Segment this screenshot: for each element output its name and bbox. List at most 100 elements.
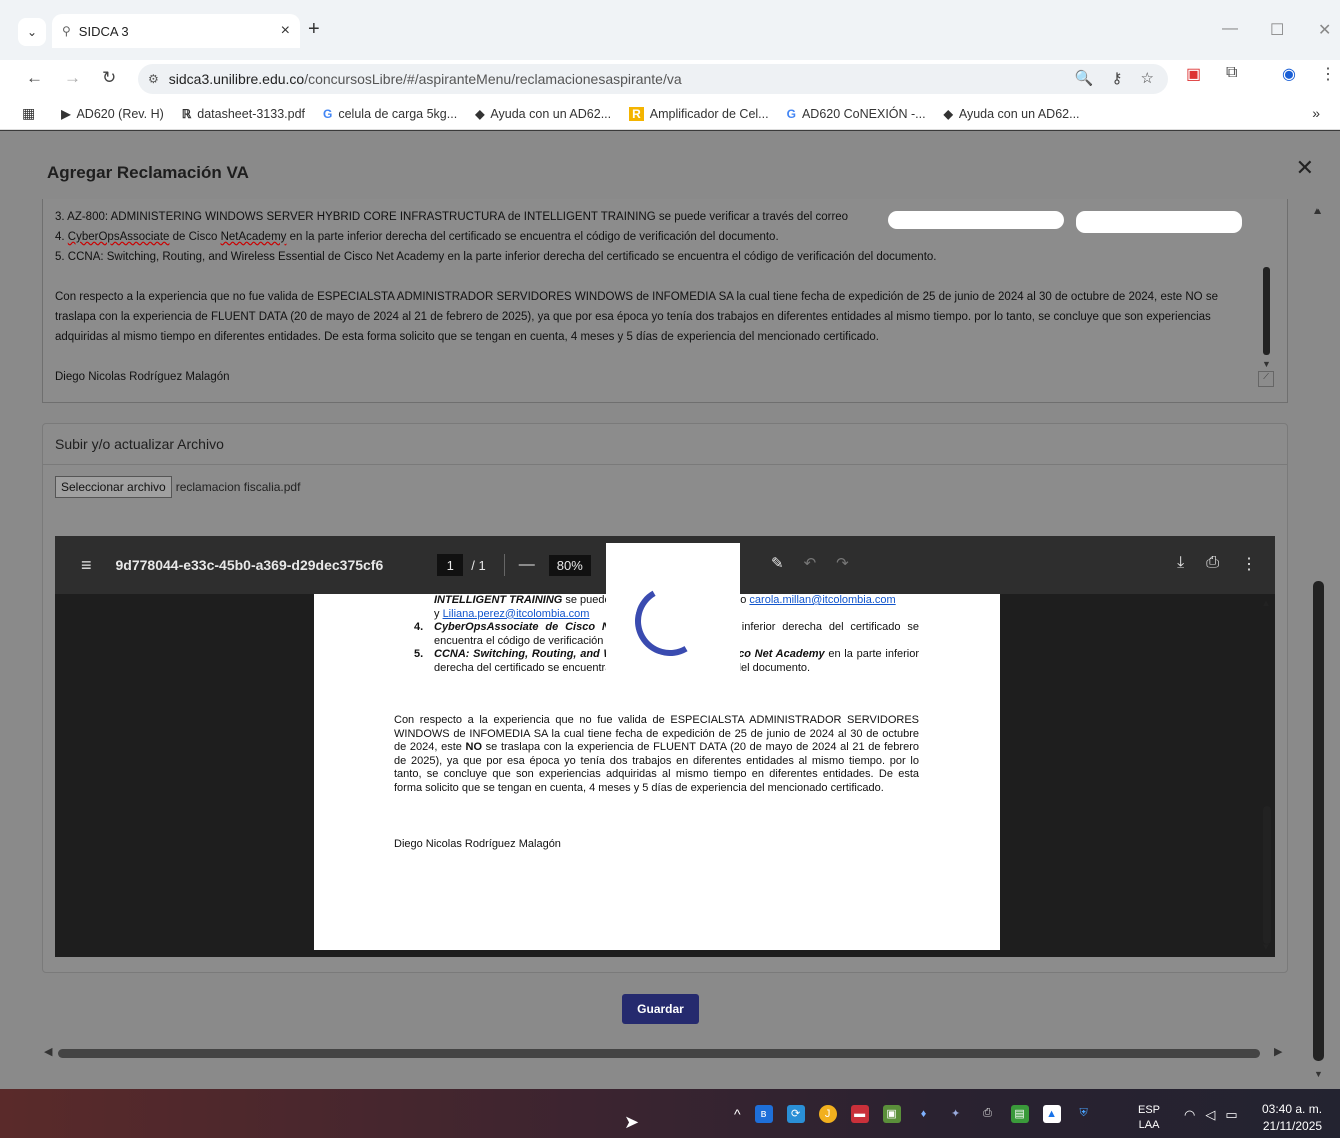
r-site-icon: R [629,106,644,121]
pdf-more-icon[interactable]: ⋮ [1241,554,1257,574]
scroll-left-icon[interactable]: ◀ [44,1045,52,1058]
bookmark-item[interactable]: ◆ Ayuda con un AD62... [475,107,611,121]
clock[interactable]: 03:40 a. m. 21/11/2025 [1262,1101,1322,1135]
bookmarks-bar: ▦ ▶ AD620 (Rev. H) ℝdatasheet-3133.pdf Gc… [0,98,1340,130]
toolbar-separator [503,554,505,576]
page-scroll-down-icon[interactable]: ▼ [1314,1069,1323,1079]
url-host: sidca3.unilibre.edu.co [168,71,305,87]
pdf-zoom-input[interactable]: 80% [548,554,591,576]
reload-icon[interactable]: ↻ [102,68,116,88]
selected-filename: reclamacion fiscalia.pdf [175,480,301,494]
bookmark-item[interactable]: ◆ Ayuda con un AD62... [944,107,1080,121]
app-tray-icon[interactable]: ▣ [882,1104,901,1123]
page-scrollbar-thumb[interactable] [1313,581,1324,1061]
google-icon: G [323,106,333,121]
app-tray-icon[interactable]: ▬ [850,1104,869,1123]
input-language[interactable]: ESP LAA [1138,1103,1160,1133]
email-link[interactable]: carola.millan@itcolombia.com [749,594,895,606]
url-field[interactable]: ⚙ sidca3.unilibre.edu.co/concursosLibre/… [138,64,1168,94]
maximize-icon[interactable]: ☐ [1270,20,1284,40]
select-file-button[interactable]: Seleccionar archivo [55,476,172,498]
app-tray-icon[interactable]: ▤ [1010,1104,1029,1123]
bookmark-item[interactable]: Gcelula de carga 5kg... [323,107,457,121]
tray-expand-icon[interactable]: ^ [734,1106,741,1122]
redaction-mark [888,211,1064,229]
tools-icon[interactable]: ✦ [947,1105,965,1123]
redaction-mark [1076,211,1242,233]
textarea-scroll-down-icon[interactable]: ▼ [1262,359,1271,369]
upload-card: Subir y/o actualizar Archivo Seleccionar… [42,423,1288,973]
textarea-paragraph: Con respecto a la experiencia que no fue… [55,291,1218,343]
dialog-close-icon[interactable]: ✕ [1296,155,1314,181]
pdf-scroll-down-icon[interactable]: ▼ [1261,942,1271,953]
upload-title: Subir y/o actualizar Archivo [55,436,224,452]
java-icon[interactable]: J [818,1104,837,1123]
back-icon[interactable]: ← [26,68,43,88]
pdf-scrollbar-thumb[interactable] [1263,806,1271,944]
mouse-cursor-icon: ➤ [624,1112,640,1132]
apps-grid-icon[interactable]: ▦ [22,105,35,122]
draw-icon[interactable]: ✎ [771,554,784,572]
printer-icon[interactable]: ⎙ [979,1105,997,1123]
page-scroll-up-icon[interactable]: ▲ [1314,206,1323,216]
bookmark-item[interactable]: ▶ AD620 (Rev. H) [61,107,164,121]
status-icons[interactable]: ◠ ◁ ▭ [1184,1107,1238,1123]
loading-dialog [606,543,740,685]
document-icon: ℝ [181,106,192,121]
print-icon[interactable]: ⎙ [1206,554,1219,574]
bookmark-item[interactable]: G AD620 CoNEXIÓN -... [787,107,926,121]
site-info-icon[interactable]: ⚙ [148,72,159,86]
browser-tab[interactable]: ⚲ SIDCA 3 × [52,14,300,48]
forum-icon: ◆ [943,106,953,121]
profile-icon[interactable]: ◉ [1282,64,1296,84]
drive-icon[interactable]: ▲ [1042,1104,1061,1123]
forward-icon[interactable]: → [64,68,81,88]
save-button[interactable]: Guardar [622,994,699,1024]
scroll-right-icon[interactable]: ▶ [1274,1045,1282,1058]
forum-icon: ◆ [475,106,485,121]
pdf-scroll-up-icon[interactable]: ▲ [1261,598,1271,609]
bookmark-item[interactable]: R Amplificador de Cel... [629,106,769,121]
zoom-icon[interactable]: 🔍 [1075,69,1094,87]
textarea-scrollbar-thumb[interactable] [1263,267,1270,355]
security-icon[interactable]: ⛨ [1075,1105,1093,1123]
bookmark-star-icon[interactable]: ☆ [1141,69,1154,87]
acrobat-extension-icon[interactable]: ▣ [1186,64,1201,84]
pdf-menu-icon[interactable]: ≡ [81,555,92,576]
battery-icon: ▭ [1225,1107,1238,1122]
redo-icon[interactable]: ↷ [836,554,849,572]
network-app-icon[interactable]: ♦ [915,1105,933,1123]
undo-icon[interactable]: ↶ [804,554,817,572]
password-key-icon[interactable]: ⚷ [1112,69,1123,87]
zoom-out-icon[interactable]: — [519,556,535,574]
textarea-resize-handle[interactable]: ⟋ [1258,371,1274,387]
taskbar: ^ ʙ ⟳ J ▬ ▣ ♦ ✦ ⎙ ▤ ▲ ⛨ ESP LAA ◠ ◁ ▭ 03… [0,1089,1340,1138]
file-input: Seleccionar archivo reclamacion fiscalia… [55,476,300,498]
browser-tab-bar: ⌄ ⚲ SIDCA 3 × + — ☐ ✕ [0,0,1340,60]
more-bookmarks-icon[interactable]: » [1312,105,1320,121]
pdf-filename: 9d778044-e33c-45b0-a369-d29dec375cf6 [115,557,384,573]
url-path: /concursosLibre/#/aspiranteMenu/reclamac… [304,71,682,87]
tab-close-icon[interactable]: × [281,22,290,40]
download-icon[interactable]: ⤓ [1177,554,1184,574]
bookmark-item[interactable]: ℝdatasheet-3133.pdf [182,107,305,121]
pdf-page-total: / 1 [471,557,486,573]
dialog-header: Agregar Reclamación VA ✕ [0,131,1340,203]
browser-menu-icon[interactable]: ⋮ [1320,64,1336,84]
window-close-icon[interactable]: ✕ [1318,20,1331,40]
pdf-page-input[interactable]: 1 [437,554,464,576]
sync-icon[interactable]: ⟳ [786,1104,805,1123]
bluetooth-icon[interactable]: ʙ [754,1104,773,1123]
email-link[interactable]: Liliana.perez@itcolombia.com [443,608,590,620]
tab-favicon-icon: ⚲ [62,24,71,38]
new-tab-icon[interactable]: + [308,18,320,41]
minimize-icon[interactable]: — [1222,20,1238,38]
textarea-signature: Diego Nicolas Rodríguez Malagón [55,371,230,383]
google-icon: G [786,106,796,121]
horizontal-scrollbar[interactable] [58,1049,1260,1058]
system-tray: ^ ʙ ⟳ J ▬ ▣ ♦ ✦ ⎙ ▤ ▲ ⛨ [734,1089,1093,1138]
tab-search-icon[interactable]: ⌄ [18,18,46,46]
wifi-icon: ◠ [1184,1107,1196,1122]
tab-title: SIDCA 3 [78,23,129,39]
extensions-icon[interactable]: ⧉ [1226,64,1237,82]
